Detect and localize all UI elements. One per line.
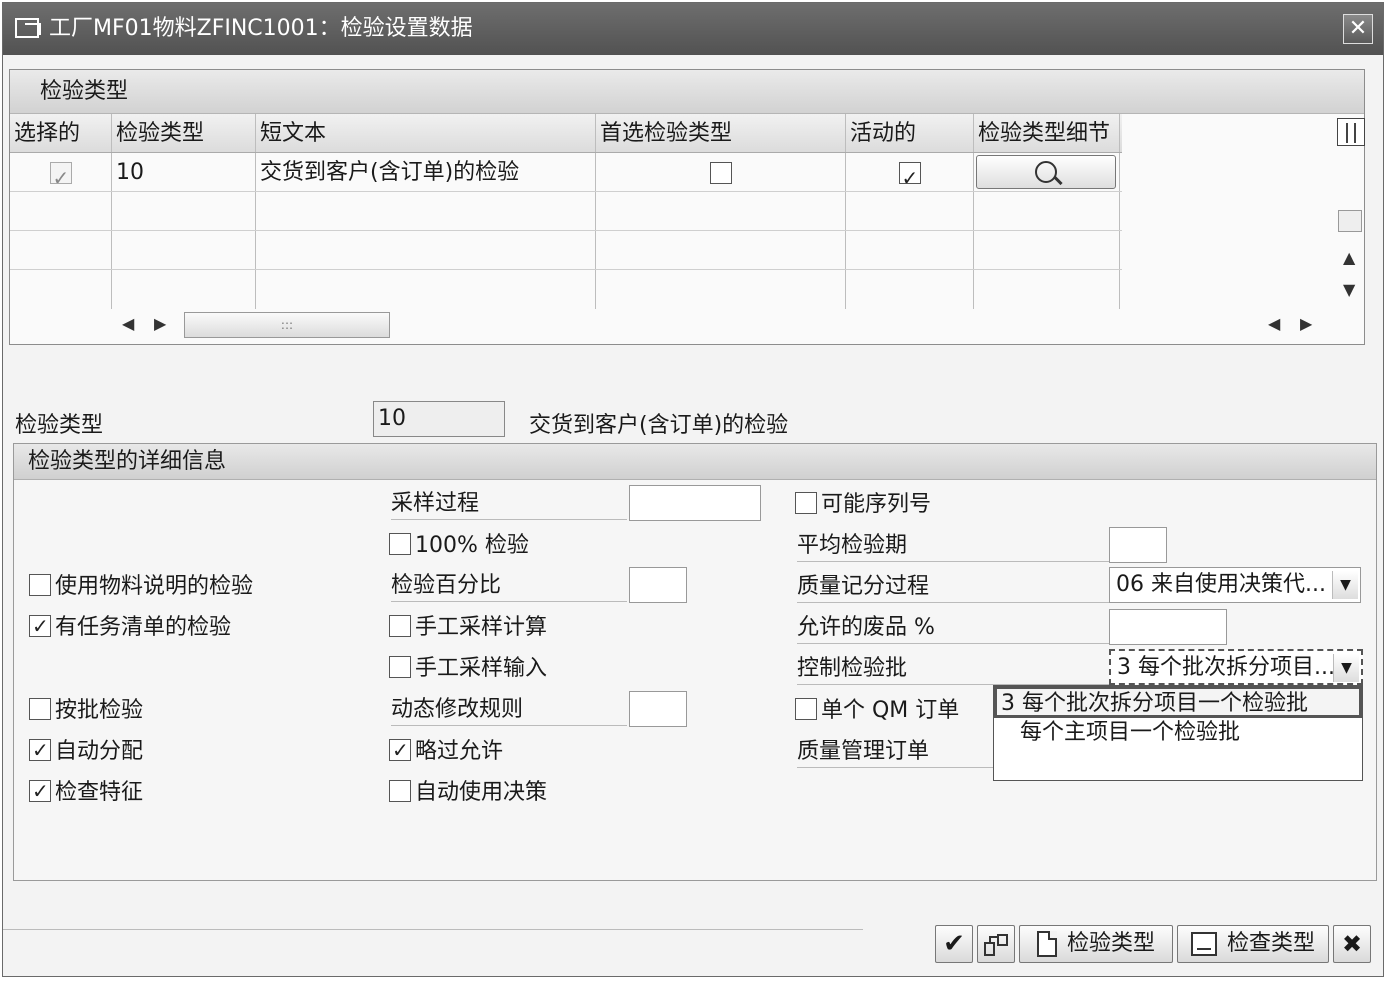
inspection-type-button[interactable]: 检验类型 bbox=[1019, 925, 1173, 963]
manual-sample-entry-option[interactable]: 手工采样输入 bbox=[389, 655, 547, 683]
skip-allowed-option[interactable]: 略过允许 bbox=[389, 736, 503, 766]
dynamic-mod-rule-field[interactable] bbox=[629, 691, 687, 727]
hierarchy-button[interactable] bbox=[977, 925, 1015, 963]
table-section-title: 检验类型 bbox=[10, 70, 1364, 114]
hierarchy-icon bbox=[984, 934, 1008, 956]
material-spec-inspection-checkbox[interactable] bbox=[29, 574, 51, 596]
allowed-scrap-label: 允许的废品 % bbox=[797, 613, 1109, 644]
manual-sample-calc-option[interactable]: 手工采样计算 bbox=[389, 614, 547, 642]
serial-number-possible-checkbox[interactable] bbox=[795, 492, 817, 514]
table-row[interactable]: 10 交货到客户(含订单)的检验 bbox=[10, 153, 1122, 192]
manual-sample-entry-checkbox[interactable] bbox=[389, 656, 411, 678]
column-header-active[interactable]: 活动的 bbox=[846, 114, 974, 152]
dialog-icon bbox=[15, 18, 41, 38]
document-icon bbox=[1036, 931, 1057, 957]
column-header-short-text[interactable]: 短文本 bbox=[256, 114, 596, 152]
single-qm-order-checkbox[interactable] bbox=[795, 698, 817, 720]
scroll-right-far-icon[interactable]: ▶ bbox=[1300, 314, 1312, 333]
manual-sample-calc-checkbox[interactable] bbox=[389, 615, 411, 637]
magnifier-icon bbox=[1035, 161, 1057, 183]
horizontal-scrollbar[interactable]: ◀ ▶ ::: ◀ ▶ bbox=[10, 310, 1364, 342]
table-row[interactable] bbox=[10, 270, 1122, 309]
serial-number-possible-option[interactable]: 可能序列号 bbox=[795, 491, 931, 519]
batch-inspection-checkbox[interactable] bbox=[29, 698, 51, 720]
inspection-percent-field[interactable] bbox=[629, 567, 687, 603]
table-grid: 选择的 检验类型 短文本 首选检验类型 活动的 检验类型细节 10 交货到客户(… bbox=[10, 114, 1122, 309]
auto-usage-decision-checkbox[interactable] bbox=[389, 780, 411, 802]
check-type-button[interactable]: 检查类型 bbox=[1177, 925, 1329, 963]
horizontal-scroll-thumb[interactable]: ::: bbox=[184, 312, 390, 338]
details-group-title: 检验类型的详细信息 bbox=[14, 444, 1376, 480]
inspection-100pct-option[interactable]: 100% 检验 bbox=[389, 532, 529, 560]
quality-score-label: 质量记分过程 bbox=[797, 572, 1109, 603]
check-characteristics-checkbox[interactable] bbox=[29, 777, 51, 805]
column-settings-icon[interactable] bbox=[1337, 118, 1365, 146]
table-row[interactable] bbox=[10, 231, 1122, 270]
column-header-type[interactable]: 检验类型 bbox=[112, 114, 256, 152]
inspection-type-description: 交货到客户(含订单)的检验 bbox=[529, 413, 789, 438]
control-lot-label: 控制检验批 bbox=[797, 654, 1109, 685]
avg-inspection-duration-field[interactable] bbox=[1109, 527, 1167, 563]
sampling-procedure-field[interactable] bbox=[629, 485, 761, 521]
scroll-down-icon[interactable]: ▼ bbox=[1343, 280, 1355, 299]
control-lot-dropdown[interactable]: 3 每个批次拆分项目... ▼ bbox=[1109, 649, 1363, 685]
column-header-selected[interactable]: 选择的 bbox=[10, 114, 112, 152]
sampling-procedure-label: 采样过程 bbox=[391, 489, 627, 520]
option-per-main-item[interactable]: 每个主项目一个检验批 bbox=[994, 718, 1362, 750]
chevron-down-icon[interactable]: ▼ bbox=[1333, 654, 1359, 682]
footer-divider bbox=[3, 929, 863, 930]
material-spec-inspection-option[interactable]: 使用物料说明的检验 bbox=[29, 573, 253, 601]
column-header-preferred[interactable]: 首选检验类型 bbox=[596, 114, 846, 152]
row-selected-checkbox[interactable] bbox=[49, 159, 72, 191]
column-header-detail[interactable]: 检验类型细节 bbox=[974, 114, 1120, 152]
single-qm-order-option[interactable]: 单个 QM 订单 bbox=[795, 697, 959, 725]
printer-icon bbox=[1190, 932, 1217, 956]
table-header-row: 选择的 检验类型 短文本 首选检验类型 活动的 检验类型细节 bbox=[10, 114, 1122, 153]
row-short-text: 交货到客户(含订单)的检验 bbox=[256, 153, 596, 191]
inspection-type-detail-button[interactable] bbox=[976, 155, 1116, 189]
quality-score-dropdown[interactable]: 06 来自使用决策代... ▼ bbox=[1109, 567, 1361, 603]
close-icon[interactable]: ✕ bbox=[1343, 14, 1373, 44]
row-active-checkbox[interactable] bbox=[898, 159, 921, 191]
avg-inspection-duration-label: 平均检验期 bbox=[797, 531, 1109, 562]
chevron-down-icon[interactable]: ▼ bbox=[1332, 571, 1358, 599]
auto-usage-decision-option[interactable]: 自动使用决策 bbox=[389, 779, 547, 807]
scroll-up-icon[interactable]: ▲ bbox=[1343, 248, 1355, 267]
control-lot-value: 3 每个批次拆分项目... bbox=[1117, 655, 1335, 680]
confirm-button[interactable]: ✔ bbox=[935, 925, 973, 963]
auto-assignment-checkbox[interactable] bbox=[29, 736, 51, 764]
title-bar: 工厂MF01物料ZFINC1001：检验设置数据 ✕ bbox=[3, 3, 1383, 55]
quality-score-value: 06 来自使用决策代... bbox=[1116, 572, 1326, 597]
task-list-inspection-checkbox[interactable] bbox=[29, 612, 51, 640]
inspection-percent-label: 检验百分比 bbox=[391, 571, 627, 602]
check-characteristics-option[interactable]: 检查特征 bbox=[29, 777, 143, 807]
allowed-scrap-field[interactable] bbox=[1109, 609, 1227, 645]
batch-inspection-option[interactable]: 按批检验 bbox=[29, 697, 143, 725]
dialog-window: 工厂MF01物料ZFINC1001：检验设置数据 ✕ 检验类型 选择的 检验类型… bbox=[2, 2, 1384, 977]
vertical-scrollbar[interactable]: ▲ ▼ bbox=[1334, 114, 1366, 324]
option-per-batch-split[interactable]: 3 每个批次拆分项目一个检验批 bbox=[994, 686, 1362, 718]
inspection-100pct-checkbox[interactable] bbox=[389, 533, 411, 555]
skip-allowed-checkbox[interactable] bbox=[389, 736, 411, 764]
checkmark-icon: ✔ bbox=[943, 929, 965, 959]
qm-order-label: 质量管理订单 bbox=[797, 737, 993, 768]
cancel-button[interactable]: ✖ bbox=[1333, 925, 1371, 963]
inspection-type-label: 检验类型 bbox=[15, 413, 104, 438]
table-row[interactable] bbox=[10, 192, 1122, 231]
cancel-icon: ✖ bbox=[1341, 930, 1363, 958]
auto-assignment-option[interactable]: 自动分配 bbox=[29, 736, 143, 766]
scroll-left-far-icon[interactable]: ◀ bbox=[1268, 314, 1280, 333]
scroll-left-icon[interactable]: ◀ bbox=[122, 314, 134, 333]
scroll-right-icon[interactable]: ▶ bbox=[154, 314, 166, 333]
vertical-scroll-thumb[interactable] bbox=[1338, 210, 1362, 232]
window-title: 工厂MF01物料ZFINC1001：检验设置数据 bbox=[49, 16, 473, 41]
task-list-inspection-option[interactable]: 有任务清单的检验 bbox=[29, 612, 231, 642]
row-preferred-checkbox[interactable] bbox=[709, 162, 732, 184]
control-lot-options-list: 3 每个批次拆分项目一个检验批 每个主项目一个检验批 bbox=[993, 685, 1363, 781]
row-inspection-type: 10 bbox=[112, 153, 256, 191]
dynamic-mod-rule-label: 动态修改规则 bbox=[391, 695, 627, 726]
inspection-type-table: 检验类型 选择的 检验类型 短文本 首选检验类型 活动的 检验类型细节 10 交… bbox=[9, 69, 1365, 345]
inspection-type-field[interactable]: 10 bbox=[373, 401, 505, 437]
